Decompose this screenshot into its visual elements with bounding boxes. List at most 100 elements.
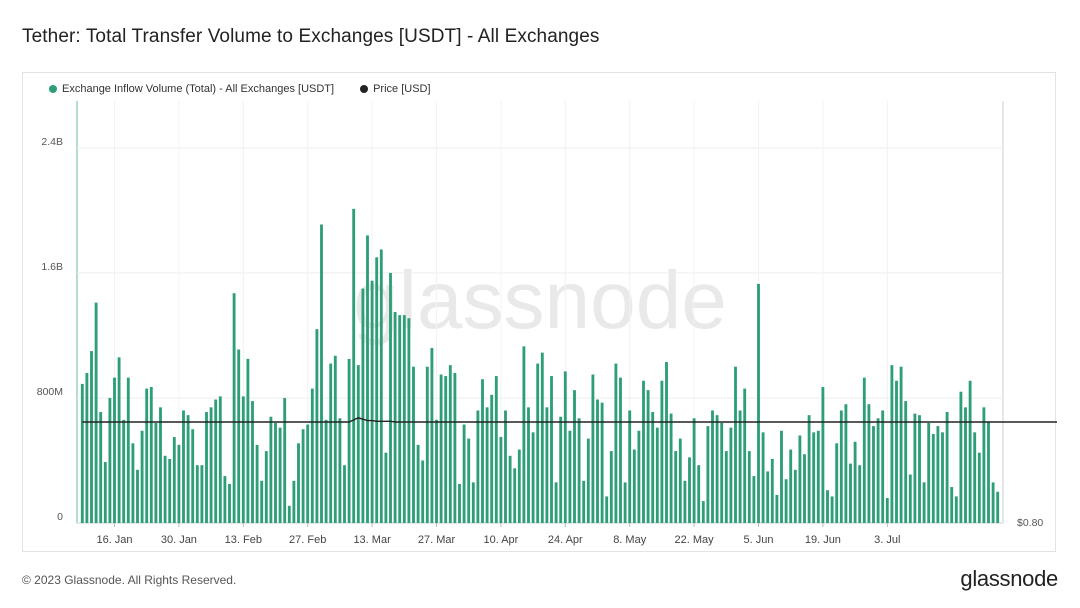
bar-inflow <box>513 468 517 523</box>
bar-inflow <box>177 444 181 523</box>
bar-inflow <box>172 437 176 523</box>
chart-panel: Exchange Inflow Volume (Total) - All Exc… <box>22 72 1057 552</box>
bar-inflow <box>269 416 273 523</box>
bar-inflow <box>729 427 733 523</box>
bar-inflow <box>490 394 494 523</box>
bar-inflow <box>195 465 199 523</box>
bar-inflow <box>770 458 774 523</box>
x-tick-label: 10. Apr <box>483 534 518 546</box>
bar-inflow <box>223 476 227 523</box>
bar-inflow <box>485 407 489 523</box>
bar-inflow <box>996 491 1000 523</box>
bar-inflow <box>862 377 866 523</box>
bar-inflow <box>973 432 977 523</box>
bar-inflow <box>798 435 802 523</box>
bar-inflow <box>908 474 912 523</box>
bar-inflow <box>94 302 98 523</box>
bar-inflow <box>301 429 305 523</box>
bar-inflow <box>904 401 908 523</box>
bar-inflow <box>103 462 107 523</box>
x-tick-label: 27. Feb <box>289 534 326 546</box>
bar-inflow <box>968 380 972 523</box>
y-tick-label: 800M <box>37 386 63 398</box>
bar-inflow <box>435 419 438 523</box>
bar-inflow <box>724 451 728 523</box>
bar-inflow <box>991 482 995 523</box>
bar-inflow <box>384 452 388 523</box>
bar-inflow <box>600 402 604 523</box>
bar-inflow <box>186 415 190 523</box>
bar-inflow <box>430 347 434 523</box>
bar-inflow <box>306 424 310 523</box>
bar-inflow <box>329 363 333 523</box>
bar-inflow <box>573 390 576 523</box>
x-tick-label: 30. Jan <box>161 534 197 546</box>
bar-inflow <box>858 465 862 523</box>
y-tick-label: 2.4B <box>41 136 63 148</box>
bar-inflow <box>366 235 369 524</box>
bar-inflow <box>964 407 967 523</box>
bar-inflow <box>826 490 829 523</box>
bar-inflow <box>113 377 116 523</box>
bar-inflow <box>918 415 921 523</box>
bar-inflow <box>297 443 300 523</box>
x-tick-label: 22. May <box>675 534 715 546</box>
bar-inflow <box>803 454 806 523</box>
bar-inflow <box>310 388 314 523</box>
bar-inflow <box>839 410 843 523</box>
bar-inflow <box>527 407 530 523</box>
bar-inflow <box>504 410 507 523</box>
bar-inflow <box>582 480 586 523</box>
bar-inflow <box>407 318 411 523</box>
y-tick-label: 1.6B <box>41 261 63 273</box>
bar-inflow <box>743 388 747 523</box>
bar-inflow <box>669 413 673 523</box>
bar-inflow <box>775 494 779 523</box>
brand-logo[interactable]: glassnode <box>960 566 1058 592</box>
bar-inflow <box>131 443 135 523</box>
bar-inflow <box>315 329 319 523</box>
bar-inflow <box>90 351 93 523</box>
copyright-text: © 2023 Glassnode. All Rights Reserved. <box>22 573 237 587</box>
bar-inflow <box>793 469 797 523</box>
bar-inflow <box>370 280 374 523</box>
x-tick-label: 13. Mar <box>353 534 391 546</box>
bar-inflow <box>182 410 185 523</box>
bar-inflow <box>352 208 356 523</box>
bar-inflow <box>632 449 636 523</box>
bar-inflow <box>494 376 498 523</box>
bar-inflow <box>568 430 572 523</box>
bar-inflow <box>591 374 595 523</box>
bar-inflow <box>651 412 655 523</box>
bar-inflow <box>278 427 282 523</box>
bar-inflow <box>872 426 875 523</box>
bar-inflow <box>292 480 296 523</box>
bar-inflow <box>747 451 751 523</box>
bar-inflow <box>674 451 678 523</box>
x-tick-label: 27. Mar <box>418 534 456 546</box>
bar-inflow <box>701 501 705 523</box>
bar-inflow <box>324 419 328 523</box>
bar-inflow <box>987 421 990 523</box>
bar-inflow <box>559 416 563 523</box>
bar-inflow <box>168 458 172 523</box>
bar-inflow <box>287 505 291 523</box>
bar-inflow <box>545 407 549 523</box>
bar-inflow <box>554 482 558 523</box>
bar-inflow <box>821 387 825 523</box>
bar-inflow <box>941 432 944 523</box>
bar-inflow <box>536 363 540 523</box>
bar-inflow <box>922 482 926 523</box>
bar-inflow <box>936 426 940 523</box>
bar-inflow <box>605 496 609 523</box>
bar-inflow <box>260 480 264 523</box>
bar-inflow <box>563 371 567 523</box>
bar-inflow <box>159 407 162 523</box>
bar-inflow <box>890 365 894 523</box>
bar-inflow <box>402 315 406 523</box>
bar-inflow <box>789 449 793 523</box>
right-axis-label: $0.80 <box>1017 517 1043 529</box>
bar-inflow <box>499 437 503 523</box>
bar-inflow <box>453 372 457 523</box>
bar-inflow <box>205 412 208 523</box>
